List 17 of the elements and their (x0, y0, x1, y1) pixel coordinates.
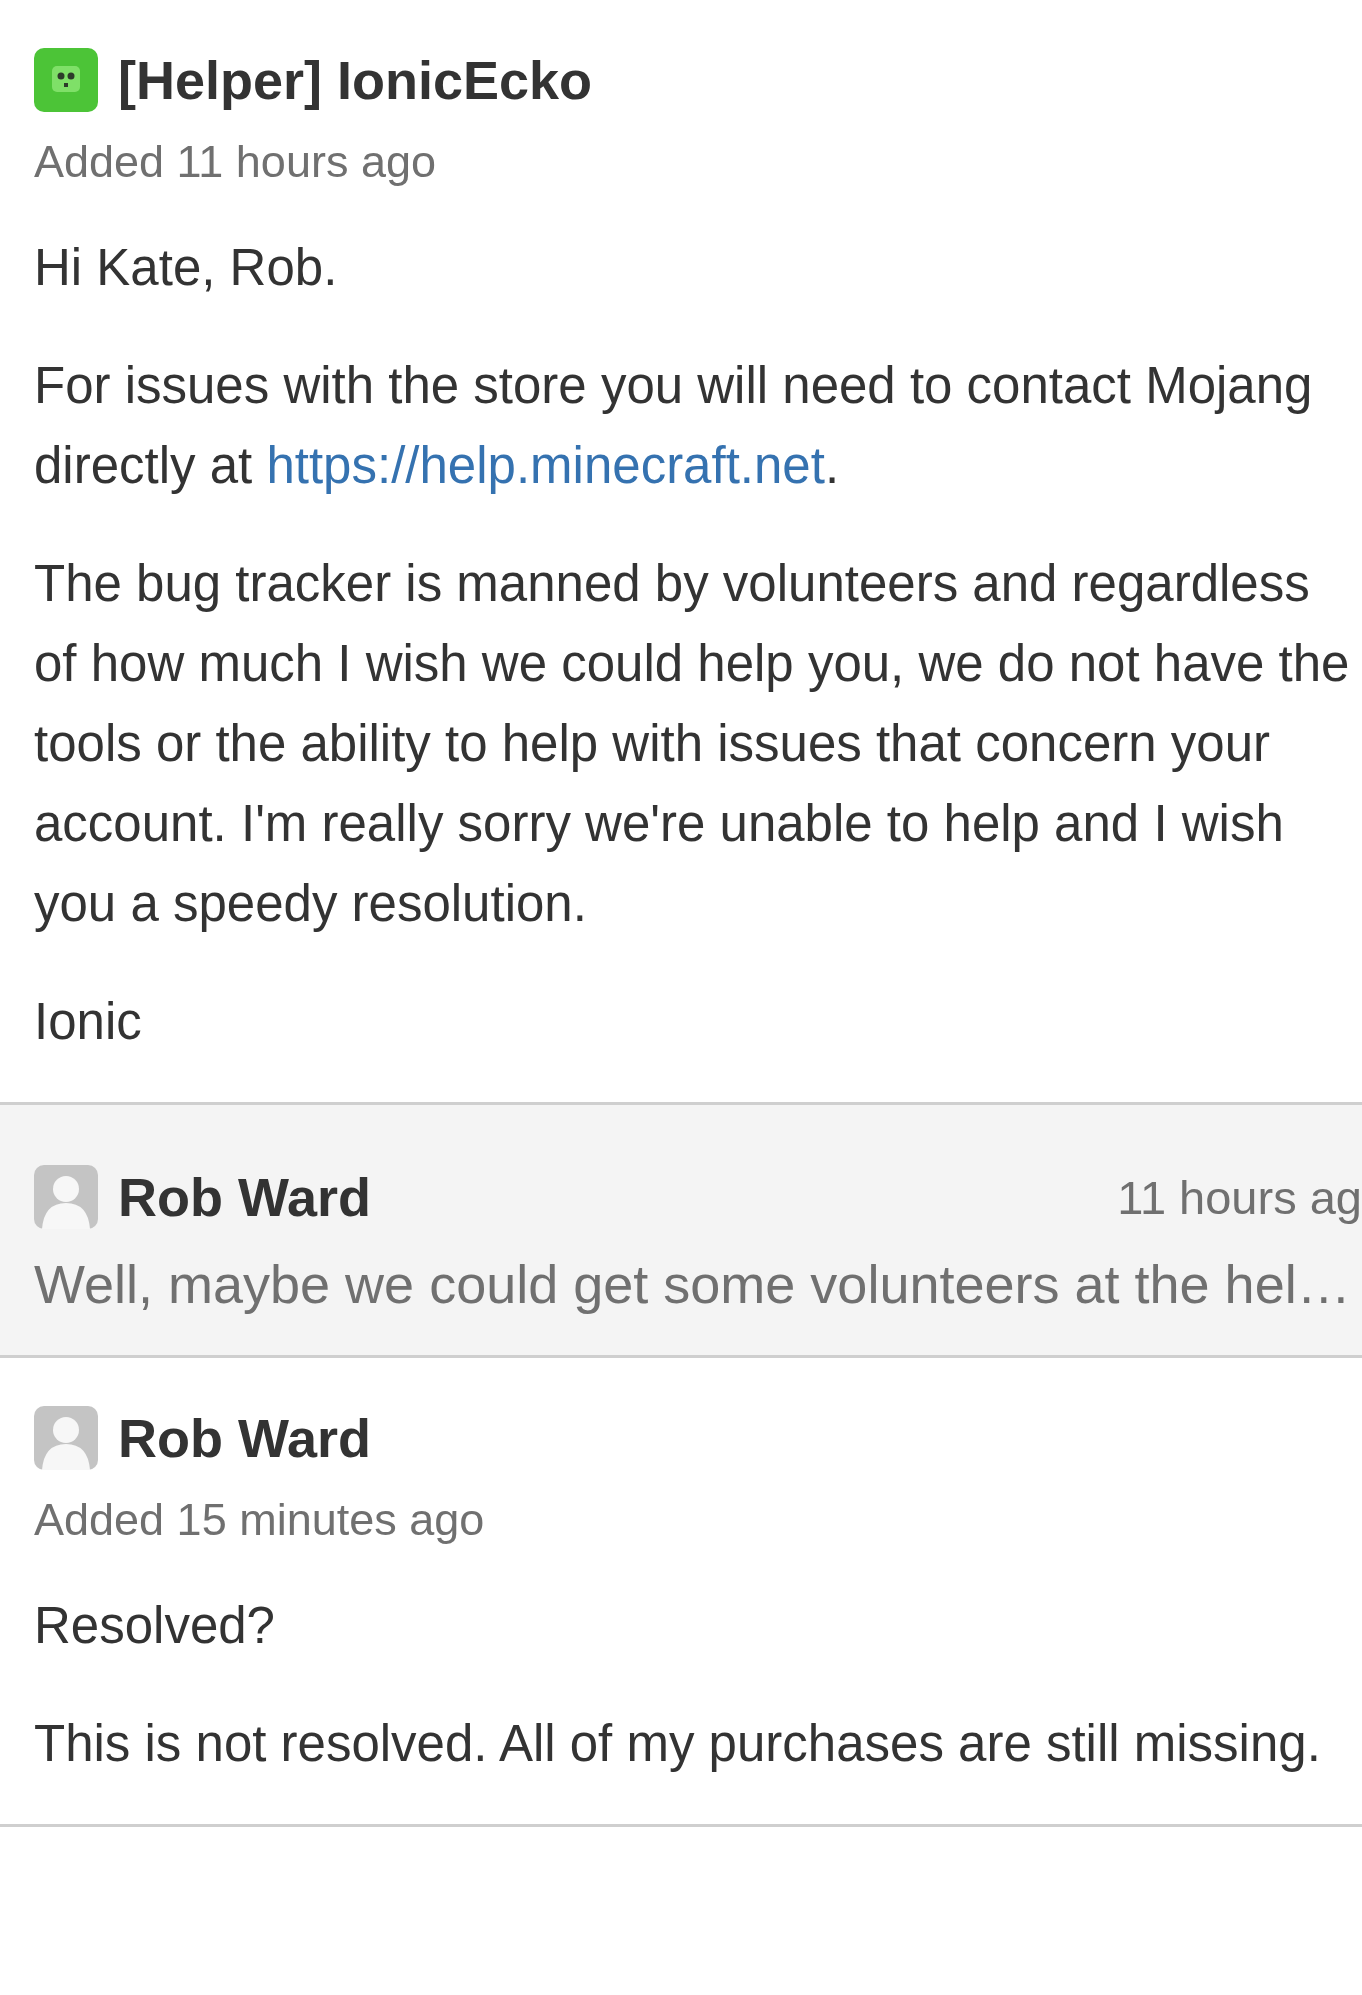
avatar-icon (34, 1165, 98, 1229)
comment-text: This is not resolved. All of my purchases are still missing. (34, 1714, 1322, 1774)
comment-date: Added 11 hours ago (34, 135, 437, 189)
author-name[interactable]: Rob Ward (118, 1165, 371, 1229)
comment-text: Hi Kate, Rob. (34, 238, 339, 298)
comment-date: Added 15 minutes ago (34, 1493, 486, 1547)
avatar-icon (34, 48, 98, 112)
avatar-icon (34, 1406, 98, 1470)
comment-text: Ionic (34, 992, 143, 1052)
comment-text: The bug tracker is manned by volunteers and regardless of how much I wish we could help you, we do not have the tools or the ability to help with issues that concern your account. I'm really sorry we're unable to help and I wish you a speedy resolution. (34, 554, 1351, 934)
comment-text: Resolved? (34, 1596, 276, 1656)
author-name[interactable]: [Helper] IonicEcko (118, 48, 593, 112)
author-name[interactable]: Rob Ward (118, 1406, 371, 1470)
comment-text: For issues with the store you will need to contact Mojang directly at https://help.minecraft.net. (34, 356, 1314, 496)
comment-preview[interactable]: Well, maybe we could get some volunteers at the hel… (34, 1249, 1362, 1319)
comment-time: 11 hours ag (1117, 1169, 1362, 1225)
link[interactable]: https://help.minecraft.net (266, 437, 825, 494)
